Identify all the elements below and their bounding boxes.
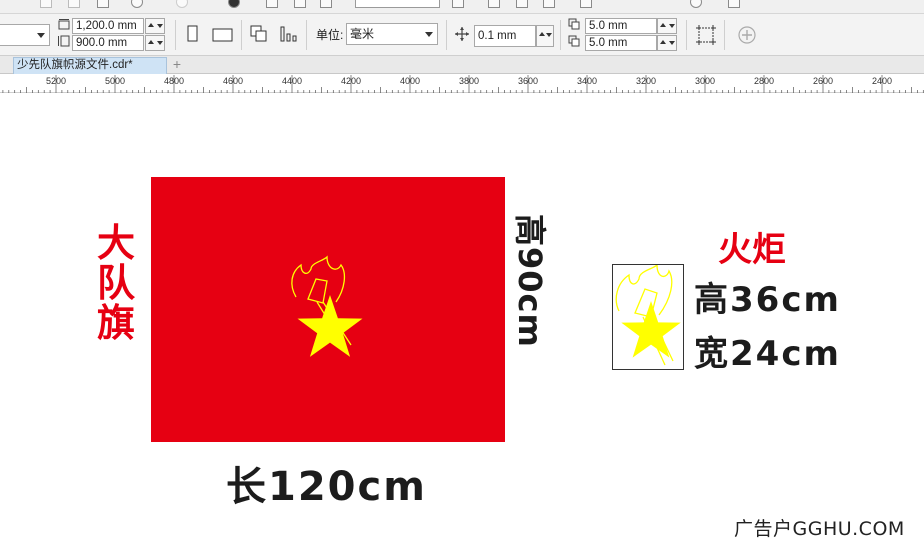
add-preset-icon[interactable]: [737, 25, 757, 45]
page-width-icon: [58, 19, 70, 30]
page-border-icon[interactable]: [695, 24, 717, 46]
duplicate-y-icon: [568, 35, 580, 47]
flag-title-vertical: 大 队 旗: [96, 221, 135, 345]
duplicate-x-icon: [568, 18, 580, 30]
chevron-down-icon: [425, 32, 433, 37]
current-page-icon[interactable]: [279, 24, 299, 44]
page-height-spinner[interactable]: [145, 35, 165, 51]
torch-title: 火炬: [718, 230, 786, 270]
duplicate-x-field[interactable]: 5.0 mm: [585, 18, 657, 34]
corel-connect-icon[interactable]: [228, 0, 240, 8]
separator: [306, 20, 307, 50]
standard-toolbar: [0, 0, 924, 14]
torch-height-label: 高36cm: [694, 280, 841, 320]
ruler-label: 4200: [340, 76, 362, 86]
ruler-label: 4600: [222, 76, 244, 86]
page-width-spinner[interactable]: [145, 18, 165, 34]
duplicate-x-spinner[interactable]: [657, 18, 677, 34]
torch-star-emblem: [291, 255, 363, 357]
ruler-label: 2800: [753, 76, 775, 86]
drawing-canvas[interactable]: 大 队 旗 高90cm 长120cm 火炬 高36cm 宽24cm 广告户GGH…: [0, 94, 924, 550]
options-gear-icon[interactable]: [690, 0, 702, 8]
nudge-distance-field[interactable]: 0.1 mm: [474, 25, 536, 47]
portrait-icon[interactable]: [186, 25, 200, 43]
flag-width-label: 长120cm: [226, 464, 427, 510]
add-tab-icon[interactable]: +: [170, 57, 184, 72]
new-icon[interactable]: [40, 0, 52, 8]
zoom-level-field[interactable]: [355, 0, 440, 8]
open-icon[interactable]: [68, 0, 80, 8]
ruler-label: 5000: [104, 76, 126, 86]
page-height-icon: [58, 35, 70, 47]
ruler-label: 2400: [871, 76, 893, 86]
document-tab[interactable]: 少先队旗帜源文件.cdr*: [13, 57, 167, 74]
nudge-distance-icon: [455, 27, 469, 41]
page-size-dropdown[interactable]: [0, 24, 50, 46]
units-label: 单位:: [316, 28, 344, 42]
ruler-label: 2600: [812, 76, 834, 86]
ruler-label: 3400: [576, 76, 598, 86]
ruler-label: 4000: [399, 76, 421, 86]
nudge-spinner[interactable]: [536, 25, 554, 47]
ruler-label: 5200: [45, 76, 67, 86]
duplicate-y-spinner[interactable]: [657, 35, 677, 51]
rulers-icon[interactable]: [488, 0, 500, 8]
undo-icon[interactable]: [131, 0, 143, 8]
guidelines-icon[interactable]: [543, 0, 555, 8]
separator: [686, 20, 687, 50]
export-icon[interactable]: [294, 0, 306, 8]
grid-icon[interactable]: [516, 0, 528, 8]
property-bar: 1,200.0 mm 900.0 mm 单位: 毫米 0.1 mm 5.0 mm…: [0, 14, 924, 56]
separator: [446, 20, 447, 50]
publish-icon[interactable]: [320, 0, 332, 8]
full-screen-icon[interactable]: [452, 0, 464, 8]
all-pages-icon[interactable]: [249, 24, 269, 44]
ruler-label: 4400: [281, 76, 303, 86]
save-icon[interactable]: [97, 0, 109, 8]
watermark-text: 广告户GGHU.COM: [734, 518, 905, 540]
launch-icon[interactable]: [728, 0, 740, 8]
import-icon[interactable]: [266, 0, 278, 8]
document-tab-bar: 少先队旗帜源文件.cdr* +: [0, 56, 924, 74]
landscape-icon[interactable]: [212, 27, 234, 43]
ruler-label: 3200: [635, 76, 657, 86]
chevron-down-icon: [37, 33, 45, 38]
separator: [560, 20, 561, 50]
page-height-field[interactable]: 900.0 mm: [72, 35, 144, 51]
page-width-field[interactable]: 1,200.0 mm: [72, 18, 144, 34]
torch-preview[interactable]: [612, 264, 684, 370]
units-value: 毫米: [350, 27, 375, 41]
duplicate-y-field[interactable]: 5.0 mm: [585, 35, 657, 51]
separator: [241, 20, 242, 50]
ruler-label: 4800: [163, 76, 185, 86]
pioneer-flag[interactable]: [151, 177, 505, 442]
units-dropdown[interactable]: 毫米: [346, 23, 438, 45]
snap-to-icon[interactable]: [580, 0, 592, 8]
ruler-label: 3800: [458, 76, 480, 86]
horizontal-ruler[interactable]: 5200 5000 4800 4600 4400 4200 4000 3800 3600 3400…: [0, 75, 924, 93]
flag-height-label: 高90cm: [511, 214, 549, 348]
ruler-label: 3600: [517, 76, 539, 86]
separator: [724, 20, 725, 50]
torch-width-label: 宽24cm: [694, 334, 841, 374]
torch-icon: [615, 265, 681, 366]
separator: [175, 20, 176, 50]
ruler-label: 3000: [694, 76, 716, 86]
redo-icon[interactable]: [176, 0, 188, 8]
